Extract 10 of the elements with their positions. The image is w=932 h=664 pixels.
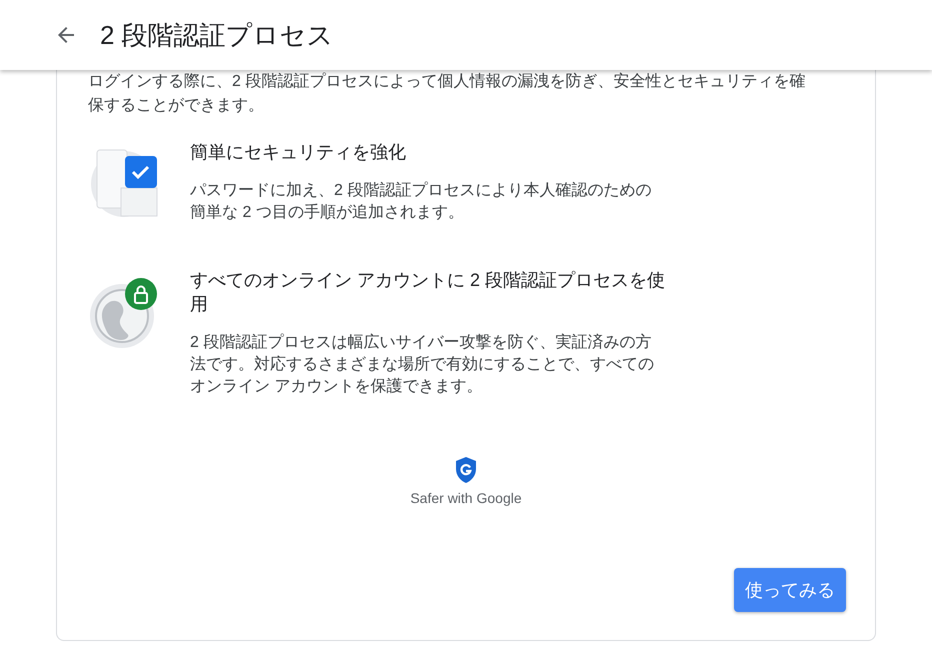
feature-description: パスワードに加え、2 段階認証プロセスにより本人確認のための簡単な 2 つ目の手順が追加されます。	[190, 180, 652, 223]
phone-checkmark-icon	[91, 148, 159, 218]
feature-title: すべてのオンライン アカウントに 2 段階認証プロセスを使用	[190, 269, 666, 316]
page-title: 2 段階認証プロセス	[100, 18, 334, 52]
intro-paragraph: ログインする際に、2 段階認証プロセスによって個人情報の漏洩を防ぎ、安全性とセキュリティを確保することができます。	[88, 72, 806, 116]
shield-logo-icon	[455, 456, 477, 484]
get-started-button[interactable]: 使ってみる	[734, 568, 846, 612]
feature-description: 2 段階認証プロセスは幅広いサイバー攻撃を防ぐ、実証済みの方法です。対応するさまざまな場所で有効にすることで、すべてのオンライン アカウントを保護できます。	[190, 332, 655, 397]
feature-title: 簡単にセキュリティを強化	[190, 141, 407, 164]
badge-text: Safer with Google	[410, 489, 522, 508]
